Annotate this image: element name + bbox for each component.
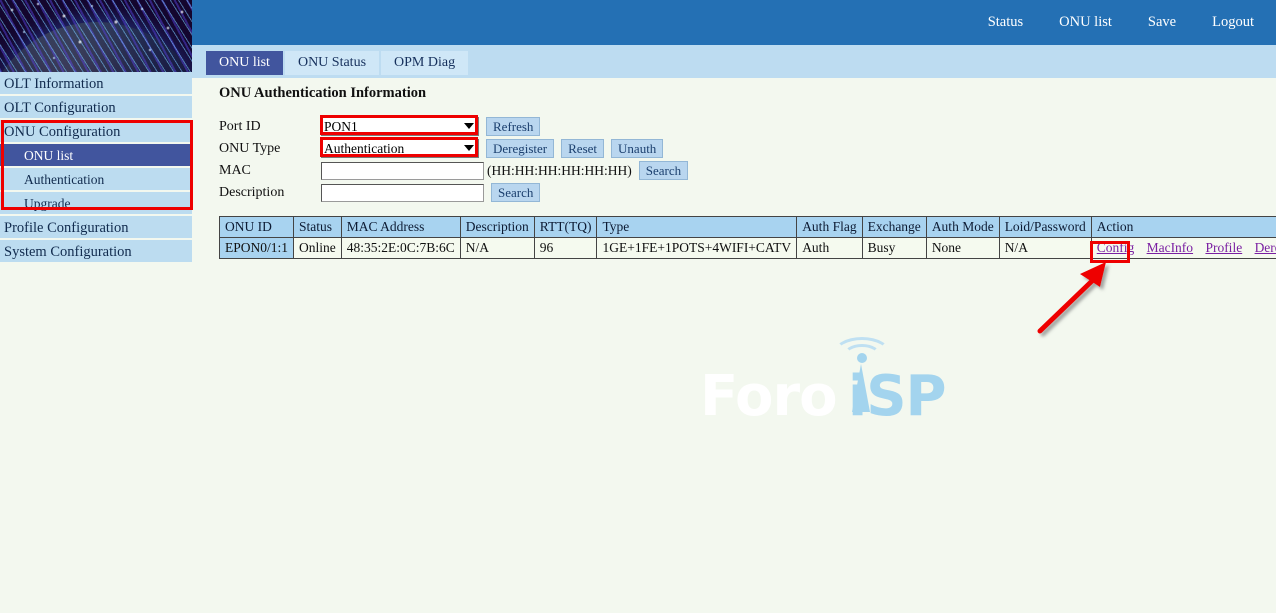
col-action: Action	[1091, 217, 1276, 238]
watermark-text-foro: Foro	[700, 364, 837, 429]
action-deregister[interactable]: Deregister	[1255, 240, 1276, 255]
topnav-save[interactable]: Save	[1148, 14, 1176, 31]
tab-opm-diag[interactable]: OPM Diag	[381, 51, 470, 75]
label-port-id: Port ID	[219, 119, 321, 135]
form-row-port-id: Port ID PON1 PON2 PON3 PON4 Refresh	[219, 116, 688, 137]
topnav-logout[interactable]: Logout	[1212, 14, 1254, 31]
sidebar-item-olt-information[interactable]: OLT Information	[0, 72, 192, 96]
tab-onu-list[interactable]: ONU list	[206, 51, 285, 75]
col-mac-address: MAC Address	[341, 217, 460, 238]
cell-type: 1GE+1FE+1POTS+4WIFI+CATV	[597, 238, 797, 259]
fiber-light-dots	[0, 0, 192, 72]
onu-search-form: Port ID PON1 PON2 PON3 PON4 Refresh	[219, 116, 688, 204]
col-status: Status	[294, 217, 342, 238]
sidebar-item-profile-configuration[interactable]: Profile Configuration	[0, 216, 192, 240]
col-type: Type	[597, 217, 797, 238]
cell-actions: Config MacInfo Profile Deregister Reset …	[1091, 238, 1276, 259]
header-banner-image	[0, 0, 192, 72]
top-navigation: Status ONU list Save Logout	[988, 0, 1276, 45]
sidebar-item-olt-configuration[interactable]: OLT Configuration	[0, 96, 192, 120]
col-loid-password: Loid/Password	[999, 217, 1091, 238]
main-content: ONU Authentication Information Port ID P…	[192, 78, 1276, 613]
label-onu-type: ONU Type	[219, 141, 321, 157]
col-auth-mode: Auth Mode	[926, 217, 999, 238]
sidebar-item-system-configuration[interactable]: System Configuration	[0, 240, 192, 264]
top-bar: Status ONU list Save Logout	[192, 0, 1276, 45]
form-row-mac: MAC (HH:HH:HH:HH:HH:HH) Search	[219, 160, 688, 181]
wifi-wave-outer-icon	[833, 337, 891, 371]
port-id-select[interactable]: PON1 PON2 PON3 PON4	[321, 117, 479, 136]
col-onu-id: ONU ID	[220, 217, 294, 238]
col-description: Description	[460, 217, 534, 238]
col-auth-flag: Auth Flag	[797, 217, 862, 238]
table-header-row: ONU ID Status MAC Address Description RT…	[220, 217, 1276, 238]
description-search-button[interactable]: Search	[491, 183, 540, 202]
wifi-wave-inner-icon	[843, 344, 881, 368]
col-exchange: Exchange	[862, 217, 926, 238]
sidebar-menu: OLT Information OLT Configuration ONU Co…	[0, 72, 192, 264]
reset-button[interactable]: Reset	[561, 139, 604, 158]
cell-exchange: Busy	[862, 238, 926, 259]
sidebar-item-authentication[interactable]: Authentication	[0, 168, 192, 192]
page-title: ONU Authentication Information	[219, 85, 426, 102]
tower-icon	[852, 364, 870, 412]
cell-rtt: 96	[534, 238, 597, 259]
table-row: EPON0/1:1 Online 48:35:2E:0C:7B:6C N/A 9…	[220, 238, 1276, 259]
onu-list-table: ONU ID Status MAC Address Description RT…	[219, 216, 1276, 259]
mac-format-hint: (HH:HH:HH:HH:HH:HH)	[487, 163, 632, 179]
antenna-dot-icon	[857, 353, 867, 363]
tab-strip: ONU list ONU Status OPM Diag	[192, 45, 1276, 78]
label-mac: MAC	[219, 163, 321, 179]
mac-input[interactable]	[321, 162, 484, 180]
cell-description: N/A	[460, 238, 534, 259]
cell-mac-address: 48:35:2E:0C:7B:6C	[341, 238, 460, 259]
action-config[interactable]: Config	[1097, 240, 1135, 255]
topnav-onu-list[interactable]: ONU list	[1059, 14, 1112, 31]
refresh-button[interactable]: Refresh	[486, 117, 540, 136]
unauth-button[interactable]: Unauth	[611, 139, 663, 158]
cell-auth-flag: Auth	[797, 238, 862, 259]
olt-web-management-page: Status ONU list Save Logout ONU list ONU…	[0, 0, 1276, 613]
sidebar-item-upgrade[interactable]: Upgrade	[0, 192, 192, 216]
sidebar-item-onu-list[interactable]: ONU list	[0, 144, 192, 168]
label-description: Description	[219, 185, 321, 201]
tab-list: ONU list ONU Status OPM Diag	[206, 51, 470, 75]
action-macinfo[interactable]: MacInfo	[1147, 240, 1193, 255]
cell-loid-password: N/A	[999, 238, 1091, 259]
cell-status: Online	[294, 238, 342, 259]
cell-onu-id: EPON0/1:1	[220, 238, 294, 259]
action-profile[interactable]: Profile	[1205, 240, 1242, 255]
sidebar-item-onu-configuration[interactable]: ONU Configuration	[0, 120, 192, 144]
onu-type-select[interactable]: Authentication Unauthentication All	[321, 139, 479, 158]
deregister-button[interactable]: Deregister	[486, 139, 554, 158]
mac-search-button[interactable]: Search	[639, 161, 688, 180]
foroisp-watermark: Foro iSP	[700, 350, 980, 430]
topnav-status[interactable]: Status	[988, 14, 1023, 31]
description-input[interactable]	[321, 184, 484, 202]
col-rtt: RTT(TQ)	[534, 217, 597, 238]
cell-auth-mode: None	[926, 238, 999, 259]
watermark-text-isp: iSP	[848, 364, 946, 429]
form-row-description: Description Search	[219, 182, 688, 203]
tab-onu-status[interactable]: ONU Status	[285, 51, 381, 75]
form-row-onu-type: ONU Type Authentication Unauthentication…	[219, 138, 688, 159]
